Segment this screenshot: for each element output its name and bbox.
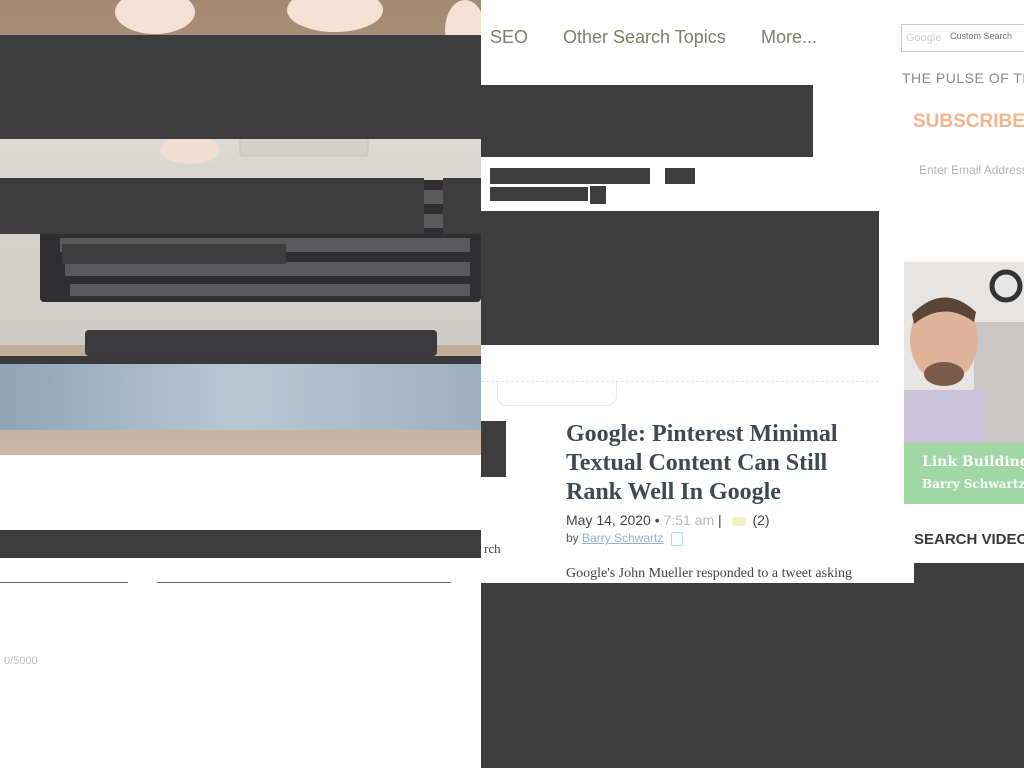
search-input[interactable] — [950, 31, 1024, 41]
email-field[interactable] — [911, 158, 1024, 182]
overlay-block-header-banner — [481, 85, 813, 157]
meta-separator: • — [654, 512, 660, 528]
search-videos-heading: SEARCH VIDEO — [914, 531, 1024, 548]
byline-by: by — [566, 531, 579, 545]
article-byline: by Barry Schwartz — [566, 531, 683, 546]
author-link[interactable]: Barry Schwartz — [582, 531, 663, 545]
ad-subline: Barry Schwartz — [922, 477, 1024, 491]
author-profile-icon[interactable] — [670, 531, 683, 546]
ad-banner[interactable]: Link Building Barry Schwartz — [904, 262, 1024, 504]
overlay-block-hero-caption — [62, 244, 286, 264]
nav-item-more[interactable]: More... — [761, 27, 817, 48]
nav-item-other-search-topics[interactable]: Other Search Topics — [563, 27, 726, 48]
article-title[interactable]: Google: Pinterest Minimal Textual Conten… — [566, 420, 866, 507]
custom-search-box[interactable]: Google — [901, 24, 1024, 52]
overlay-block-text-line-2 — [490, 187, 588, 201]
ad-text-panel — [904, 443, 1024, 504]
site-tagline: THE PULSE OF TH — [902, 70, 1024, 86]
overlay-block-top-left — [0, 35, 481, 139]
overlay-block-bottom — [481, 583, 1024, 768]
overlay-block-text-line-1b — [665, 168, 695, 184]
form-underline-2 — [157, 582, 451, 583]
overlay-block-video-thumb — [914, 563, 1024, 585]
article-date: May 14, 2020 — [566, 512, 651, 528]
section-tab — [497, 382, 617, 406]
comment-count[interactable]: (2) — [752, 512, 769, 528]
overlay-block-text-line-2b — [590, 186, 606, 204]
overlay-block-left-bar — [0, 530, 481, 558]
google-logo-icon: Google — [906, 32, 942, 44]
ad-headline: Link Building — [922, 454, 1024, 470]
article-meta: May 14, 2020 • 7:51 am | (2) — [566, 512, 770, 528]
overlay-block-article-thumb — [481, 421, 506, 477]
comment-bubble-icon[interactable] — [731, 516, 746, 526]
meta-pipe: | — [718, 512, 722, 528]
form-underline-1 — [0, 582, 128, 583]
overlay-block-text-line-1 — [490, 168, 650, 184]
article-excerpt: Google's John Mueller responded to a twe… — [566, 566, 852, 581]
subscribe-heading: SUBSCRIBE — [913, 111, 1024, 132]
truncated-text-fragment: rch — [484, 541, 501, 556]
character-counter: 0/5000 — [4, 655, 38, 667]
overlay-block-hero-strip-right — [443, 178, 481, 234]
overlay-block-featured — [481, 211, 879, 345]
overlay-block-hero-strip — [0, 178, 424, 234]
nav-item-seo[interactable]: SEO — [490, 27, 528, 48]
article-time: 7:51 am — [663, 512, 715, 528]
